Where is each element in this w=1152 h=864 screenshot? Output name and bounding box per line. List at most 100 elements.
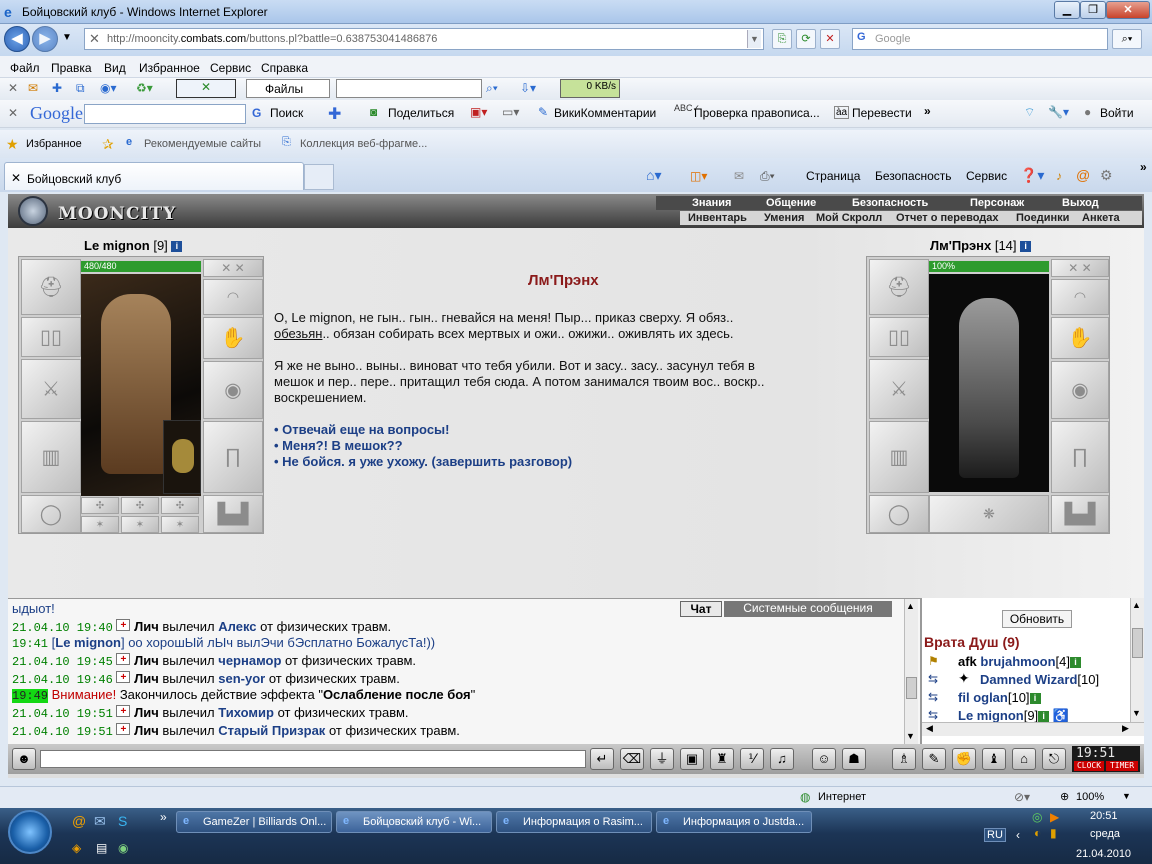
files-dropdown[interactable]: Файлы [246, 79, 330, 98]
menu-inventory[interactable]: Инвентарь [688, 212, 747, 224]
translate-button[interactable]: Перевести [852, 106, 912, 120]
answer-1-text[interactable]: Отвечай еще на вопросы! [282, 422, 449, 437]
chat-message-input[interactable] [40, 750, 586, 768]
user-info-icon[interactable]: i [1070, 657, 1081, 669]
feeds-icon[interactable]: ◫▾ [690, 169, 707, 183]
tab-active[interactable]: ✕ Бойцовский клуб [4, 162, 304, 190]
chat-target[interactable]: Алекс [218, 619, 256, 634]
npc-info-icon[interactable]: i [1020, 241, 1032, 253]
user-name[interactable]: Damned Wizard [980, 672, 1077, 687]
chat-actor[interactable]: Лич [134, 653, 159, 668]
back-button[interactable]: ◀ [4, 26, 30, 52]
player-info-icon[interactable]: i [171, 241, 183, 253]
google-search-icon[interactable]: G [252, 106, 261, 120]
npc-bracers-slot-icon[interactable]: ▯▯ [869, 317, 929, 357]
search-button[interactable]: Поиск [270, 106, 303, 120]
chat-scroll-thumb[interactable] [906, 677, 917, 699]
online-user[interactable]: fil oglan[10] i [958, 690, 1041, 705]
quicklaunch-icon-4[interactable]: ◈ [72, 841, 81, 855]
wrench-icon[interactable]: 🔧▾ [1048, 105, 1069, 119]
box-icon[interactable]: ▭▾ [502, 105, 519, 119]
wifi-icon[interactable]: ⌔ [1024, 105, 1035, 120]
mail-icon[interactable]: ✉ [734, 169, 744, 183]
online-scroll-down-icon[interactable]: ▼ [1132, 708, 1141, 718]
zoom-level[interactable]: 100% [1076, 791, 1104, 803]
add-button-icon[interactable]: ✚ [328, 104, 341, 124]
online-scroll-up-icon[interactable]: ▲ [1132, 600, 1141, 610]
bag-icon[interactable]: ♝ [982, 748, 1006, 770]
npc-gloves-slot-icon[interactable]: ✋ [1051, 317, 1109, 359]
taskbar-item-active[interactable]: e Бойцовский клуб - Wi... [336, 811, 492, 833]
hand-icon[interactable]: ✊ [952, 748, 976, 770]
figure-icon[interactable]: ♜ [710, 748, 734, 770]
shield-slot-icon[interactable]: ◉ [203, 361, 263, 419]
dialog-answer-1[interactable]: • Отвечай еще на вопросы! [274, 422, 449, 437]
menu-help[interactable]: Справка [261, 61, 308, 75]
gloves-slot-icon[interactable]: ✋ [203, 317, 263, 359]
quicklaunch-more-icon[interactable]: » [160, 810, 167, 824]
npc-name[interactable]: Лм'Прэнх [930, 238, 991, 253]
dialog-answer-3[interactable]: • Не бойся. я уже ухожу. (завершить разг… [274, 454, 572, 469]
answer-3-text[interactable]: Не бойся. я уже ухожу. (завершить разгов… [282, 454, 572, 469]
language-indicator[interactable]: RU [984, 828, 1006, 842]
share-button[interactable]: Поделиться [388, 106, 454, 120]
menu-security[interactable]: Безопасность [852, 197, 928, 209]
online-hscrollbar[interactable]: ◀ ▶ [922, 722, 1144, 736]
npc-weapon-slot-icon[interactable]: ⚔ [869, 359, 929, 419]
spellcheck-button[interactable]: Проверка правописа... [694, 106, 820, 120]
add-favorite-icon[interactable]: ✰ [102, 136, 114, 153]
npc-leggings-slot-icon[interactable]: ∏ [1051, 421, 1109, 493]
answer-2-text[interactable]: Меня?! В мешок?? [282, 438, 402, 453]
toolbar-icon-2[interactable]: ✚ [52, 81, 62, 95]
npc-shield-slot-icon[interactable]: ◉ [1051, 361, 1109, 419]
npc-avatar[interactable] [929, 274, 1049, 492]
help-icon[interactable]: ❓▾ [1020, 167, 1044, 184]
close-button[interactable]: ✕ [1106, 1, 1150, 19]
menu-profile[interactable]: Анкета [1082, 212, 1120, 224]
npc-helmet-slot-icon[interactable]: ⛑ [869, 259, 929, 315]
compat-view-icon[interactable]: ⎘ [772, 29, 792, 49]
address-input[interactable]: ✕ http://mooncity.combats.com/buttons.pl… [84, 28, 764, 50]
chat-scrollbar[interactable]: ▲ ▼ [904, 599, 918, 745]
chat-actor[interactable]: Лич [134, 671, 159, 686]
user-name[interactable]: oglan [973, 690, 1008, 705]
menu-communication[interactable]: Общение [766, 197, 816, 209]
rune-slot-1-icon[interactable]: ✣ [81, 497, 119, 514]
rune-slot-3-icon[interactable]: ✣ [161, 497, 199, 514]
minimize-button[interactable]: ▁ [1054, 1, 1080, 19]
webslice-gallery[interactable]: Коллекция веб-фрагме... [300, 138, 427, 150]
tools-menu[interactable]: Сервис [966, 169, 1007, 183]
menu-battles[interactable]: Поединки [1016, 212, 1069, 224]
bracers-slot-icon[interactable]: ▯▯ [21, 317, 81, 357]
chat-target[interactable]: Старый Призрак [218, 723, 325, 738]
player-avatar[interactable] [81, 274, 201, 496]
research-icon[interactable]: ♪ [1056, 169, 1062, 183]
menu-file[interactable]: Файл [10, 61, 40, 75]
chat-target[interactable]: чернамор [218, 653, 281, 668]
google-toolbar-input[interactable] [84, 104, 246, 124]
scroll-down-icon[interactable]: ▼ [906, 731, 915, 741]
tab-chat[interactable]: Чат [680, 601, 722, 617]
quicklaunch-mail-icon[interactable]: ✉ [94, 813, 106, 830]
menu-character[interactable]: Персонаж [970, 197, 1024, 209]
leggings-slot-icon[interactable]: ∏ [203, 421, 263, 493]
menu-tools[interactable]: Сервис [210, 61, 251, 75]
menu-view[interactable]: Вид [104, 61, 126, 75]
cmdbar-more-icon[interactable]: » [1140, 160, 1147, 174]
login-button[interactable]: Войти [1100, 106, 1134, 120]
tray-icon-3[interactable]: ◐ [1034, 826, 1041, 840]
helmet-slot-icon[interactable]: ⛑ [21, 259, 81, 315]
ring-slots-icon[interactable]: ✕ ✕ [203, 259, 263, 277]
pet-icon[interactable] [163, 420, 201, 494]
npc-armor-slot-icon[interactable]: ▥ [869, 421, 929, 493]
zoom-dropdown-icon[interactable]: ▼ [1122, 791, 1131, 801]
smile-icon[interactable]: ☺ [812, 748, 836, 770]
chat-target[interactable]: sen-yor [218, 671, 265, 686]
user-name[interactable]: brujahmoon [980, 654, 1055, 669]
taskbar-item[interactable]: e GameZer | Billiards Onl... [176, 811, 332, 833]
page-menu[interactable]: Страница [806, 169, 860, 183]
boots-slot-icon[interactable]: ▙▟ [203, 495, 263, 533]
tray-time[interactable]: 20:51 [1090, 810, 1118, 822]
bottle-icon[interactable]: ♗ [892, 748, 916, 770]
toolbar-icon-1[interactable]: ✉ [28, 81, 38, 95]
